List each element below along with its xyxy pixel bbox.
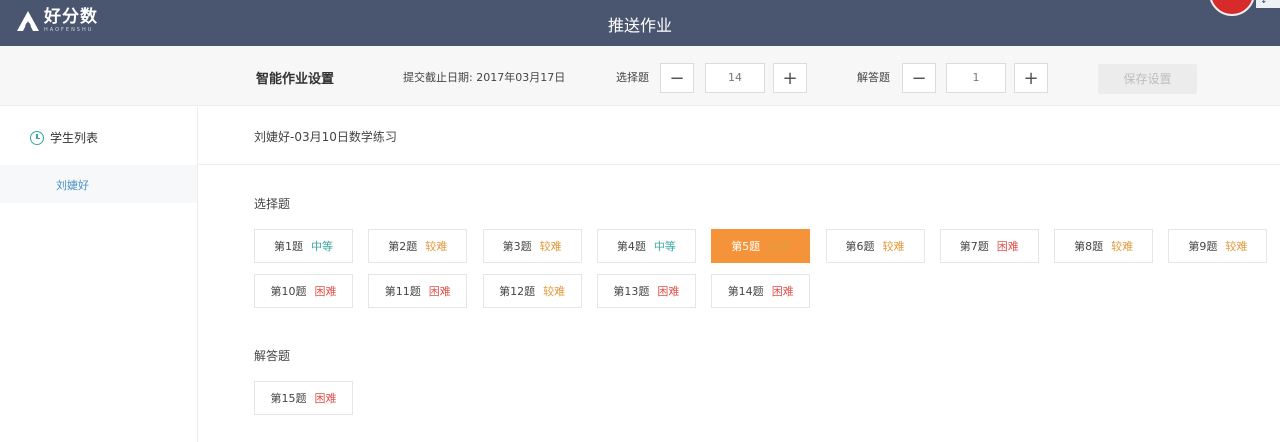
question-number: 第5题	[731, 240, 761, 253]
question-card[interactable]: 第2题 较难	[368, 229, 468, 263]
difficulty-label: 困难	[657, 285, 680, 298]
settings-bar: 智能作业设置 提交截止日期: 2017年03月17日 选择题 − 14 + 解答…	[0, 46, 1280, 106]
question-number: 第15题	[270, 392, 307, 405]
question-card[interactable]: 第13题 困难	[596, 274, 696, 308]
question-card[interactable]: 第14题 困难	[711, 274, 811, 308]
question-card[interactable]: 第6题 较难	[825, 229, 925, 263]
main-content: 刘婕好-03月10日数学练习 选择题 第1题 中等 第2题 较难 第3题 较难 第4题 中等第…	[199, 107, 1280, 442]
question-number: 第3题	[502, 240, 532, 253]
question-number: 第11题	[384, 285, 421, 298]
question-number: 第4题	[616, 240, 646, 253]
homework-title: 刘婕好-03月10日数学练习	[254, 130, 397, 144]
difficulty-label: 较难	[425, 240, 448, 253]
question-number: 第1题	[274, 240, 303, 253]
difficulty-label: 困难	[996, 240, 1019, 253]
question-card[interactable]: 第5题 较难	[711, 229, 811, 263]
question-number: 第13题	[613, 285, 650, 298]
student-list-header: 学生列表	[30, 129, 98, 146]
choice-count-input[interactable]: 14	[705, 63, 765, 93]
clock-icon	[30, 130, 44, 145]
question-card[interactable]: 第8题 较难	[1054, 229, 1154, 263]
save-settings-button[interactable]: 保存设置	[1098, 64, 1197, 94]
question-number: 第9题	[1188, 240, 1218, 253]
question-card[interactable]: 第9题 较难	[1168, 229, 1268, 263]
difficulty-label: 困难	[428, 285, 451, 298]
question-number: 第2题	[388, 240, 418, 253]
answer-minus-button[interactable]: −	[902, 63, 936, 93]
difficulty-label: 较难	[543, 285, 566, 298]
answer-count-input[interactable]: 1	[946, 63, 1006, 93]
top-bar: 好分数 HAOFENSHU 推送作业 ↓	[0, 0, 1280, 46]
difficulty-label: 中等	[653, 240, 676, 253]
question-card[interactable]: 第3题 较难	[482, 229, 582, 263]
question-number: 第14题	[727, 285, 764, 298]
question-card[interactable]: 第7题 困难	[939, 229, 1039, 263]
content-header: 刘婕好-03月10日数学练习	[199, 107, 1280, 165]
difficulty-label: 中等	[311, 240, 333, 253]
deadline-text: 提交截止日期: 2017年03月17日	[403, 71, 566, 84]
page-title: 推送作业	[607, 16, 672, 35]
student-name: 刘婕好	[56, 179, 89, 192]
choice-section-title: 选择题	[254, 197, 291, 211]
difficulty-label: 较难	[768, 240, 791, 253]
choice-count-label: 选择题	[616, 71, 649, 84]
question-card[interactable]: 第4题 中等	[596, 229, 696, 263]
question-card[interactable]: 第1题 中等	[254, 229, 353, 263]
difficulty-label: 困难	[771, 285, 794, 298]
question-card[interactable]: 第12题 较难	[482, 274, 582, 308]
answer-count-label: 解答题	[857, 71, 890, 84]
question-number: 第7题	[959, 240, 989, 253]
difficulty-label: 困难	[314, 285, 337, 298]
difficulty-label: 较难	[882, 240, 905, 253]
question-number: 第6题	[845, 240, 875, 253]
sidebar: 学生列表 刘婕好	[0, 107, 198, 442]
difficulty-label: 困难	[314, 392, 337, 405]
question-card[interactable]: 第11题 困难	[368, 274, 468, 308]
settings-title: 智能作业设置	[256, 72, 335, 87]
answer-section-title: 解答题	[254, 349, 291, 363]
question-number: 第8题	[1074, 240, 1104, 253]
difficulty-label: 较难	[539, 240, 562, 253]
choice-plus-button[interactable]: +	[773, 63, 807, 93]
answer-plus-button[interactable]: +	[1014, 63, 1048, 93]
student-list-title: 学生列表	[50, 131, 99, 145]
question-number: 第10题	[270, 285, 307, 298]
question-number: 第12题	[499, 285, 536, 298]
difficulty-label: 较难	[1225, 240, 1248, 253]
difficulty-label: 较难	[1111, 240, 1134, 253]
arrow-down-icon[interactable]: ↓	[1260, 0, 1268, 6]
question-card[interactable]: 第10题 困难	[254, 274, 353, 308]
question-card[interactable]: 第15题 困难	[254, 381, 353, 415]
sidebar-item-student[interactable]: 刘婕好	[0, 165, 197, 203]
choice-minus-button[interactable]: −	[660, 63, 694, 93]
